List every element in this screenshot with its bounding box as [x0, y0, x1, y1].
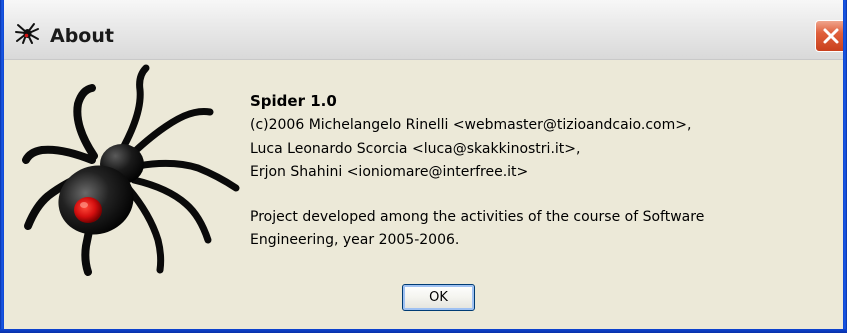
spider-icon [15, 23, 39, 44]
spider-logo [22, 64, 240, 276]
author-line: Erjon Shahini <ioniomare@interfree.it> [250, 164, 529, 180]
app-name: Spider 1.0 [250, 92, 337, 110]
description-line: Project developed among the activities o… [250, 209, 705, 225]
window-frame-bottom [0, 329, 847, 333]
author-line: Luca Leonardo Scorcia <luca@skakkinostri… [250, 141, 581, 157]
dialog-content: Spider 1.0 (c)2006 Michelangelo Rinelli … [4, 60, 843, 329]
title-bar[interactable]: About [0, 0, 847, 60]
description-line: Engineering, year 2005-2006. [250, 232, 460, 248]
window-frame-right [843, 0, 847, 333]
window-frame-left [0, 0, 4, 333]
close-icon [823, 28, 839, 44]
author-line: (c)2006 Michelangelo Rinelli <webmaster@… [250, 117, 692, 133]
about-dialog: About Spider 1.0 (c)2006 Michelangelo Ri… [0, 0, 847, 333]
ok-button[interactable]: OK [402, 284, 475, 311]
window-title: About [50, 25, 114, 47]
